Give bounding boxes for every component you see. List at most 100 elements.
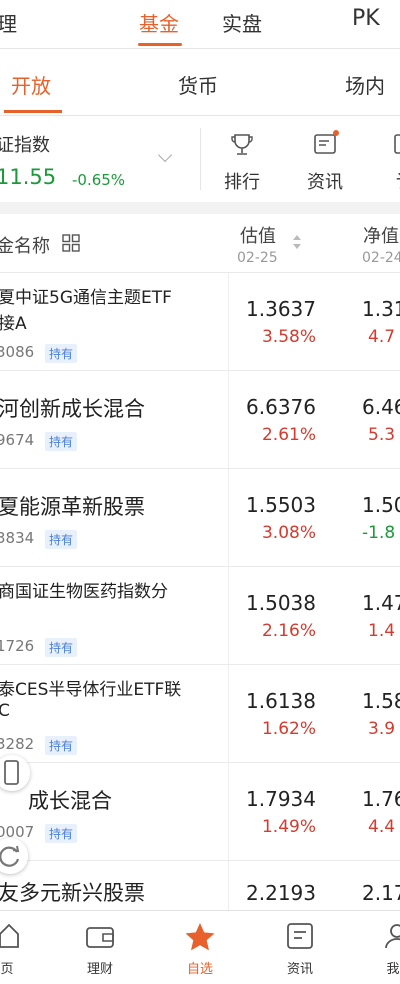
table-row[interactable]: 夏能源革新股票 3834 持有 1.5503 3.08% 1.50 -1.8 <box>0 469 400 567</box>
header-estimate-date: 02-25 <box>237 250 278 266</box>
news-button[interactable]: 资讯 <box>295 126 355 196</box>
hold-badge: 持有 <box>45 530 78 549</box>
fund-name: 夏能源革新股票 <box>0 495 145 519</box>
table-row[interactable]: 泰CES半导体行业ETF联 C 3282 持有 1.6138 1.62% 1.5… <box>0 665 400 763</box>
star-icon <box>185 923 215 951</box>
nav-finance[interactable]: 理财 <box>70 911 130 984</box>
index-name[interactable]: 证指数 <box>0 131 50 157</box>
tab-money-fund[interactable]: 货币 <box>178 70 218 99</box>
estimate-value: 1.5503 <box>246 493 316 517</box>
header-nav[interactable]: 净值 <box>363 222 399 248</box>
news-icon <box>287 923 313 949</box>
tab-manage[interactable]: 理 <box>0 8 17 37</box>
estimate-change: 2.61% <box>261 425 316 445</box>
nav-news[interactable]: 资讯 <box>270 911 330 984</box>
table-row[interactable]: 成长混合 0007 持有 1.7934 1.49% 1.76 4.4 <box>0 763 400 861</box>
nav-change: 3.9 <box>368 719 396 739</box>
header-fund-name: 金名称 <box>0 236 50 257</box>
nav-change: 4.7 <box>368 327 396 347</box>
nav-me[interactable]: 我 <box>363 911 400 984</box>
nav-value: 2.17 <box>362 881 400 905</box>
phone-icon <box>4 760 19 785</box>
tab-firm[interactable]: 实盘 <box>222 8 262 37</box>
fund-name: 河创新成长混合 <box>0 397 145 421</box>
top-nav: 理 基金 实盘 PK <box>0 0 400 49</box>
nav-watchlist[interactable]: 自选 <box>170 911 230 984</box>
nav-me-label: 我 <box>386 962 400 977</box>
nav-home[interactable]: 页 <box>0 911 37 984</box>
nav-value: 1.50 <box>362 493 400 517</box>
hold-badge: 持有 <box>45 824 78 843</box>
estimate-change: 1.62% <box>261 719 316 739</box>
fund-name: 友多元新兴股票 <box>0 881 145 905</box>
tab-pk[interactable]: PK <box>352 6 380 31</box>
floating-refresh-button[interactable] <box>0 838 28 874</box>
fund-code: 9674 <box>0 431 35 449</box>
header-nav-date: 02-24 <box>362 250 400 266</box>
news-icon <box>314 134 336 154</box>
news-label: 资讯 <box>307 172 343 193</box>
unread-dot <box>333 130 339 136</box>
table-row[interactable]: 友多元新兴股票 2.2193 2.17 <box>0 861 400 911</box>
wallet-icon <box>86 927 114 948</box>
header-estimate[interactable]: 估值 <box>240 222 276 248</box>
fund-code: 3834 <box>0 529 35 547</box>
chevron-down-icon[interactable] <box>157 147 173 163</box>
table-row[interactable]: 河创新成长混合 9674 持有 6.6376 2.61% 6.46 5.3 <box>0 371 400 469</box>
hold-badge: 持有 <box>45 432 78 451</box>
nav-value: 6.46 <box>362 395 400 419</box>
estimate-change: 3.58% <box>261 327 316 347</box>
table-header: 金名称 估值 02-25 净值 02-24 <box>0 214 400 273</box>
estimate-change: 3.08% <box>261 523 316 543</box>
trophy-icon <box>231 134 253 155</box>
nav-change: 4.4 <box>368 817 396 837</box>
estimate-value: 6.6376 <box>246 395 316 419</box>
refresh-icon <box>0 845 20 867</box>
table-row[interactable]: 商国证生物医药指数分 1726 持有 1.5038 2.16% 1.47 1.4 <box>0 567 400 665</box>
fund-name: 泰CES半导体行业ETF联 <box>0 680 182 700</box>
fund-name-line2: 接A <box>0 314 27 334</box>
fund-name: 成长混合 <box>28 789 112 813</box>
tab-floor-fund[interactable]: 场内 <box>345 70 385 99</box>
partial-icon <box>394 134 400 154</box>
rank-button[interactable]: 排行 <box>212 126 272 196</box>
tab-fund[interactable]: 基金 <box>139 8 179 37</box>
user-icon <box>385 924 400 949</box>
index-change: -0.65% <box>72 171 126 189</box>
fund-code: 3086 <box>0 343 35 361</box>
nav-finance-label: 理财 <box>86 962 113 977</box>
nav-value: 1.76 <box>362 787 400 811</box>
nav-change: 5.3 <box>368 425 396 445</box>
home-icon <box>0 923 19 948</box>
tab-open-fund[interactable]: 开放 <box>11 70 51 99</box>
fund-code: 3282 <box>0 735 35 753</box>
sort-icon[interactable] <box>292 234 302 250</box>
rank-label: 排行 <box>224 172 260 193</box>
hold-badge: 持有 <box>45 736 78 755</box>
fund-code: 1726 <box>0 637 35 655</box>
nav-home-label: 页 <box>0 962 14 977</box>
more-label: 讠 <box>375 168 400 194</box>
nav-value: 1.58 <box>362 689 400 713</box>
index-bar: 证指数 11.55 -0.65% 排行 资讯 讠 <box>0 116 400 202</box>
fund-name: 夏中证5G通信主题ETF <box>0 288 172 308</box>
estimate-change: 2.16% <box>261 621 316 641</box>
floating-phone-button[interactable] <box>0 755 30 791</box>
bottom-nav: 页 理财 自选 资讯 我 <box>0 910 400 984</box>
more-action-button[interactable]: 讠 <box>375 126 400 196</box>
table-row[interactable]: 夏中证5G通信主题ETF 接A 3086 持有 1.3637 3.58% 1.3… <box>0 273 400 371</box>
hold-badge: 持有 <box>45 344 78 363</box>
active-subtab-indicator <box>4 110 62 113</box>
estimate-value: 1.3637 <box>246 297 316 321</box>
fund-name-line2: C <box>0 701 10 721</box>
estimate-change: 1.49% <box>261 817 316 837</box>
estimate-value: 1.5038 <box>246 591 316 615</box>
nav-value: 1.31 <box>362 297 400 321</box>
estimate-value: 1.6138 <box>246 689 316 713</box>
estimate-value: 2.2193 <box>246 881 316 905</box>
nav-value: 1.47 <box>362 591 400 615</box>
grid-icon[interactable] <box>62 234 80 252</box>
nav-change: -1.8 <box>362 523 396 543</box>
hold-badge: 持有 <box>45 638 78 657</box>
fund-name: 商国证生物医药指数分 <box>0 582 168 602</box>
